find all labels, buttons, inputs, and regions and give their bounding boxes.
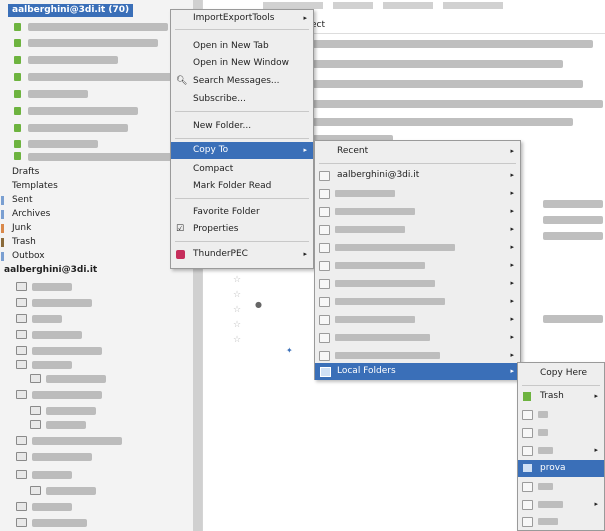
menu-folder-blurred[interactable]: ▸ xyxy=(518,442,604,459)
menu-folder-blurred[interactable]: ▸ xyxy=(315,239,520,256)
folder-icon xyxy=(319,171,330,181)
menu-copy-to[interactable]: Copy To ▸ xyxy=(171,142,313,159)
menu-folder-blurred[interactable]: ▸ xyxy=(315,185,520,202)
folder-sent[interactable]: Sent xyxy=(12,195,32,206)
search-icon: 🔍︎ xyxy=(176,76,188,86)
folder-icon xyxy=(14,140,21,148)
menu-folder-blurred[interactable]: ▸ xyxy=(315,293,520,310)
menu-search-messages[interactable]: 🔍︎ Search Messages... xyxy=(171,73,313,90)
star-icon[interactable]: ☆ xyxy=(233,275,241,285)
menu-folder-blurred[interactable]: ▸ xyxy=(315,329,520,346)
menu-copy-here[interactable]: Copy Here xyxy=(518,365,604,382)
attachment-icon: ● xyxy=(255,300,262,309)
menu-folder-blurred[interactable]: ▸ xyxy=(315,311,520,328)
menu-folder-blurred[interactable]: ▸ xyxy=(315,221,520,238)
star-icon[interactable]: ☆ xyxy=(233,320,241,330)
menu-properties[interactable]: ☑ Properties xyxy=(171,221,313,238)
menu-trash[interactable]: Trash ▸ xyxy=(518,388,604,405)
menu-folder-blurred[interactable]: ▸ xyxy=(315,347,520,364)
menu-new-folder[interactable]: New Folder... xyxy=(171,118,313,135)
menu-folder-blurred[interactable] xyxy=(518,406,604,423)
menu-importexporttools[interactable]: ImportExportTools ▸ xyxy=(171,10,313,27)
menu-favorite-folder[interactable]: Favorite Folder xyxy=(171,204,313,221)
properties-icon: ☑ xyxy=(176,224,185,234)
menu-local-folders[interactable]: Local Folders ▸ xyxy=(315,363,520,380)
menu-open-new-tab[interactable]: Open in New Tab xyxy=(171,38,313,55)
menu-recent[interactable]: Recent ▸ xyxy=(315,143,520,160)
folder-context-menu: ImportExportTools ▸ Open in New Tab Open … xyxy=(170,9,314,269)
menu-folder-blurred[interactable]: ▸ xyxy=(315,203,520,220)
menu-folder-blurred[interactable]: ▸ xyxy=(315,275,520,292)
archives-icon xyxy=(1,210,4,219)
menu-mark-folder-read[interactable]: Mark Folder Read xyxy=(171,178,313,195)
folder-icon xyxy=(14,152,21,160)
star-icon[interactable]: ☆ xyxy=(233,290,241,300)
trash-icon xyxy=(523,392,531,401)
folder-archives[interactable]: Archives xyxy=(12,209,50,220)
flag-icon: ✦ xyxy=(286,346,293,355)
copy-to-submenu: Recent ▸ aalberghini@3di.it ▸ ▸ ▸ ▸ ▸ ▸ ▸ … xyxy=(314,140,521,380)
folder-junk[interactable]: Junk xyxy=(12,223,31,234)
menu-compact[interactable]: Compact xyxy=(171,161,313,178)
menu-subscribe[interactable]: Subscribe... xyxy=(171,91,313,108)
menu-folder-blurred[interactable]: ▸ xyxy=(518,496,604,513)
sent-icon xyxy=(1,196,4,205)
account2-row[interactable]: aalberghini@3di.it xyxy=(4,265,97,276)
menu-thunderpec[interactable]: ThunderPEC ▸ xyxy=(171,246,313,263)
account-label: aalberghini@3di.it (70) xyxy=(12,5,130,15)
folder-outbox[interactable]: Outbox xyxy=(12,251,45,262)
folder-pane[interactable]: aalberghini@3di.it (70) Drafts Templates… xyxy=(0,0,194,531)
account-row-selected[interactable]: aalberghini@3di.it (70) xyxy=(8,4,134,17)
folder-icon xyxy=(14,124,21,132)
menu-folder-blurred[interactable]: ▸ xyxy=(315,257,520,274)
folder-icon xyxy=(14,56,21,64)
folder-drafts[interactable]: Drafts xyxy=(12,167,39,178)
folder-icon xyxy=(14,23,21,31)
folder-icon xyxy=(14,39,21,47)
outbox-icon xyxy=(1,252,4,261)
menu-folder-blurred[interactable] xyxy=(518,424,604,441)
folder-icon xyxy=(14,90,21,98)
folder-templates[interactable]: Templates xyxy=(12,181,58,192)
trash-icon xyxy=(1,238,4,247)
computer-icon xyxy=(320,367,331,377)
star-icon[interactable]: ☆ xyxy=(233,305,241,315)
folder-icon xyxy=(523,464,532,472)
menu-account[interactable]: aalberghini@3di.it ▸ xyxy=(315,167,520,184)
menu-open-new-window[interactable]: Open in New Window xyxy=(171,55,313,72)
menu-folder-blurred[interactable] xyxy=(518,478,604,495)
folder-trash[interactable]: Trash xyxy=(12,237,36,248)
star-icon[interactable]: ☆ xyxy=(233,335,241,345)
junk-icon xyxy=(1,224,4,233)
local-folders-submenu: Copy Here Trash ▸ ▸ prova ▸ xyxy=(517,362,605,531)
folder-icon xyxy=(14,73,21,81)
menu-folder-blurred[interactable] xyxy=(518,513,604,530)
thunderpec-icon xyxy=(176,250,185,259)
folder-icon xyxy=(14,107,21,115)
menu-prova[interactable]: prova xyxy=(518,460,604,477)
